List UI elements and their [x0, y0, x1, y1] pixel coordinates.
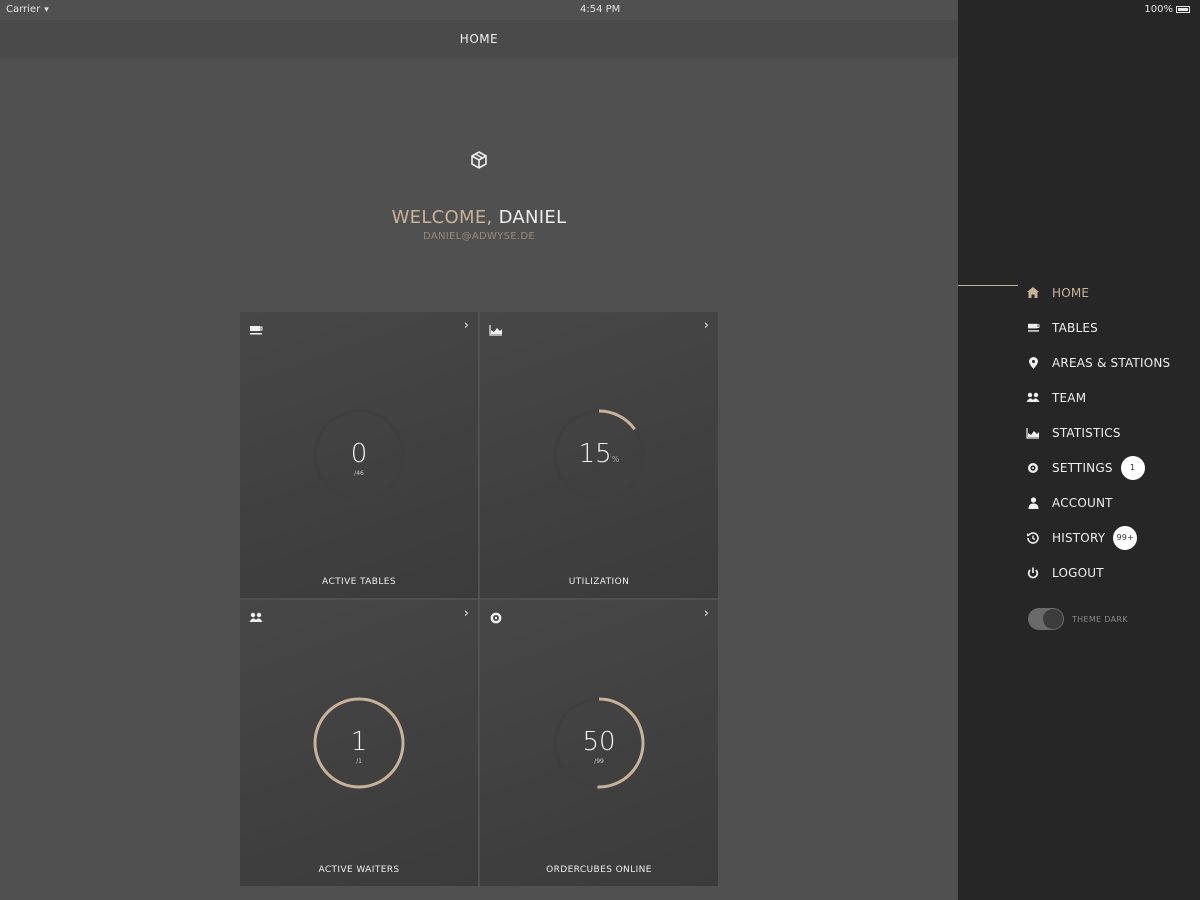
chart-icon [489, 321, 503, 336]
power-icon [1026, 567, 1040, 579]
card-label: ORDERCUBES ONLINE [546, 865, 652, 875]
cube-logo-icon [469, 150, 489, 170]
status-time: 4:54 PM [580, 4, 621, 15]
chevron-right-icon[interactable]: › [464, 318, 469, 333]
sidebar-item-areas-stations[interactable]: AREAS & STATIONS [1026, 345, 1170, 380]
battery-icon [1176, 5, 1190, 13]
card-utilization[interactable]: › 15% UTILIZATION [480, 312, 718, 598]
theme-toggle[interactable] [1028, 608, 1064, 630]
sidebar-item-tables[interactable]: TABLES [1026, 310, 1170, 345]
sidebar-item-settings[interactable]: SETTINGS 1 [1026, 450, 1170, 485]
table-icon [1026, 322, 1040, 334]
team-icon [249, 609, 263, 622]
theme-toggle-row: THEME DARK [1028, 608, 1128, 630]
toggle-knob [1043, 609, 1063, 629]
sidebar-menu: HOME TABLES AREAS & STATIONS TEAM STATIS… [1026, 275, 1170, 590]
card-value: 50 [582, 727, 616, 757]
sidebar-item-label: AREAS & STATIONS [1052, 355, 1171, 370]
battery-indicator: 100% [1144, 4, 1190, 15]
sidebar-item-statistics[interactable]: STATISTICS [1026, 415, 1170, 450]
gear-icon [1026, 462, 1040, 474]
wifi-icon: ▾ [44, 5, 49, 15]
sidebar-item-label: ACCOUNT [1052, 495, 1113, 510]
carrier-label: Carrier ▾ [6, 4, 49, 15]
welcome-name: DANIEL [498, 207, 567, 228]
main-content: HOME WELCOME, DANIEL DANIEL@ADWYSE.DE › … [0, 0, 958, 900]
card-unit: /99 [594, 758, 604, 765]
pin-icon [1026, 356, 1040, 369]
chevron-right-icon[interactable]: › [704, 606, 709, 621]
table-icon [249, 321, 263, 335]
dashboard-grid: › 0 /46 ACTIVE TABLES › 15% UTILIZATION [240, 312, 720, 888]
card-active-waiters[interactable]: › 1 /1 ACTIVE WAITERS [240, 600, 478, 886]
user-icon [1026, 496, 1040, 509]
notification-badge: 1 [1120, 455, 1145, 480]
card-unit: /1 [356, 758, 362, 765]
status-bar: Carrier ▾ 4:54 PM 100% [0, 0, 1200, 20]
history-icon [1026, 531, 1040, 544]
card-label: ACTIVE WAITERS [318, 865, 400, 875]
card-value: 15% [578, 439, 620, 469]
card-value: 1 [350, 727, 368, 757]
theme-toggle-label: THEME DARK [1072, 614, 1128, 624]
sidebar-item-team[interactable]: TEAM [1026, 380, 1170, 415]
welcome-heading: WELCOME, DANIEL [0, 207, 958, 228]
chevron-right-icon[interactable]: › [704, 318, 709, 333]
home-icon [1026, 287, 1040, 299]
sidebar-item-label: TABLES [1052, 320, 1098, 335]
sidebar-item-label: TEAM [1052, 390, 1087, 405]
nav-bar: HOME [0, 20, 958, 58]
chart-icon [1026, 427, 1040, 439]
welcome-greeting: WELCOME, [391, 207, 493, 228]
team-icon [1026, 392, 1040, 404]
sidebar-item-label: HISTORY [1052, 530, 1106, 545]
sidebar-item-label: LOGOUT [1052, 565, 1104, 580]
chevron-right-icon[interactable]: › [464, 606, 469, 621]
card-value: 0 [350, 439, 368, 469]
sidebar-item-account[interactable]: ACCOUNT [1026, 485, 1170, 520]
card-label: UTILIZATION [568, 577, 630, 587]
sidebar: HOME TABLES AREAS & STATIONS TEAM STATIS… [958, 0, 1200, 900]
gear-icon [489, 609, 503, 624]
card-active-tables[interactable]: › 0 /46 ACTIVE TABLES [240, 312, 478, 598]
notification-badge: 99+ [1113, 525, 1138, 550]
sidebar-item-label: STATISTICS [1052, 425, 1121, 440]
sidebar-item-history[interactable]: HISTORY 99+ [1026, 520, 1170, 555]
card-label: ACTIVE TABLES [322, 577, 396, 587]
sidebar-item-label: SETTINGS [1052, 460, 1113, 475]
active-indicator-line [958, 285, 1018, 286]
user-email: DANIEL@ADWYSE.DE [423, 231, 535, 242]
page-title: HOME [459, 32, 499, 46]
sidebar-item-home[interactable]: HOME [1026, 275, 1170, 310]
card-ordercubes-online[interactable]: › 50 /99 ORDERCUBES ONLINE [480, 600, 718, 886]
sidebar-item-label: HOME [1052, 285, 1090, 300]
sidebar-item-logout[interactable]: LOGOUT [1026, 555, 1170, 590]
card-unit: /46 [354, 470, 364, 477]
